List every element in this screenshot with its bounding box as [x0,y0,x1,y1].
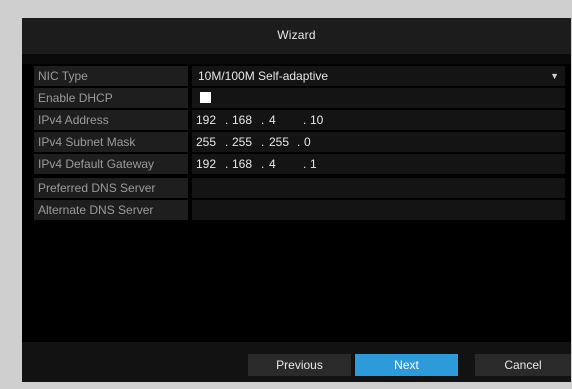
alternate-dns-input[interactable] [192,200,565,220]
ip-dot: . [225,113,229,127]
gateway-octet-4[interactable]: 1 [310,154,317,174]
gateway-octet-3[interactable]: 4 [269,154,276,174]
ip-dot: . [297,135,301,149]
window-title: Wizard [277,28,316,42]
subnet-mask-octet-2[interactable]: 255 [232,132,252,152]
screenshot-frame: Wizard NIC Type 10M/100M Self-adaptive ▼… [0,0,572,389]
ipv4-address-row: IPv4 Address 192 . 168 . 4 . 10 [34,110,565,130]
gateway-octet-1[interactable]: 192 [196,154,216,174]
preferred-dns-label: Preferred DNS Server [34,178,188,198]
ipv4-address-octet-2[interactable]: 168 [232,110,252,130]
nic-type-value: 10M/100M Self-adaptive [198,69,329,83]
ipv4-address-octet-1[interactable]: 192 [196,110,216,130]
network-settings-form: NIC Type 10M/100M Self-adaptive ▼ Enable… [34,66,565,222]
ipv4-address-input[interactable]: 192 . 168 . 4 . 10 [192,110,565,130]
subnet-mask-octet-3[interactable]: 255 [269,132,289,152]
ip-dot: . [261,113,265,127]
ipv4-default-gateway-input[interactable]: 192 . 168 . 4 . 1 [192,154,565,174]
ip-dot: . [261,135,265,149]
ipv4-address-octet-3[interactable]: 4 [269,110,276,130]
subnet-mask-octet-1[interactable]: 255 [196,132,216,152]
gateway-octet-2[interactable]: 168 [232,154,252,174]
ip-dot: . [261,157,265,171]
enable-dhcp-label: Enable DHCP [34,88,188,108]
ipv4-subnet-mask-label: IPv4 Subnet Mask [34,132,188,152]
ip-dot: . [225,135,229,149]
ip-dot: . [225,157,229,171]
title-bar: Wizard [22,18,571,54]
nic-type-row: NIC Type 10M/100M Self-adaptive ▼ [34,66,565,86]
previous-button[interactable]: Previous [248,354,351,376]
ipv4-address-label: IPv4 Address [34,110,188,130]
alternate-dns-row: Alternate DNS Server [34,200,565,220]
wizard-window: Wizard NIC Type 10M/100M Self-adaptive ▼… [22,18,571,382]
ipv4-subnet-mask-input[interactable]: 255 . 255 . 255 . 0 [192,132,565,152]
preferred-dns-input[interactable] [192,178,565,198]
title-divider [22,54,571,64]
chevron-down-icon[interactable]: ▼ [550,66,559,86]
ipv4-subnet-mask-row: IPv4 Subnet Mask 255 . 255 . 255 . 0 [34,132,565,152]
wizard-footer: Previous Next Cancel [22,342,571,382]
ipv4-address-octet-4[interactable]: 10 [310,110,323,130]
enable-dhcp-row: Enable DHCP [34,88,565,108]
alternate-dns-label: Alternate DNS Server [34,200,188,220]
subnet-mask-octet-4[interactable]: 0 [304,132,311,152]
enable-dhcp-checkbox[interactable] [200,92,211,103]
ip-dot: . [303,157,307,171]
ipv4-default-gateway-row: IPv4 Default Gateway 192 . 168 . 4 . 1 [34,154,565,174]
nic-type-select[interactable]: 10M/100M Self-adaptive ▼ [192,66,565,86]
cancel-button[interactable]: Cancel [475,354,571,376]
preferred-dns-row: Preferred DNS Server [34,178,565,198]
next-button[interactable]: Next [355,354,458,376]
nic-type-label: NIC Type [34,66,188,86]
ipv4-default-gateway-label: IPv4 Default Gateway [34,154,188,174]
ip-dot: . [303,113,307,127]
enable-dhcp-field [192,88,565,108]
